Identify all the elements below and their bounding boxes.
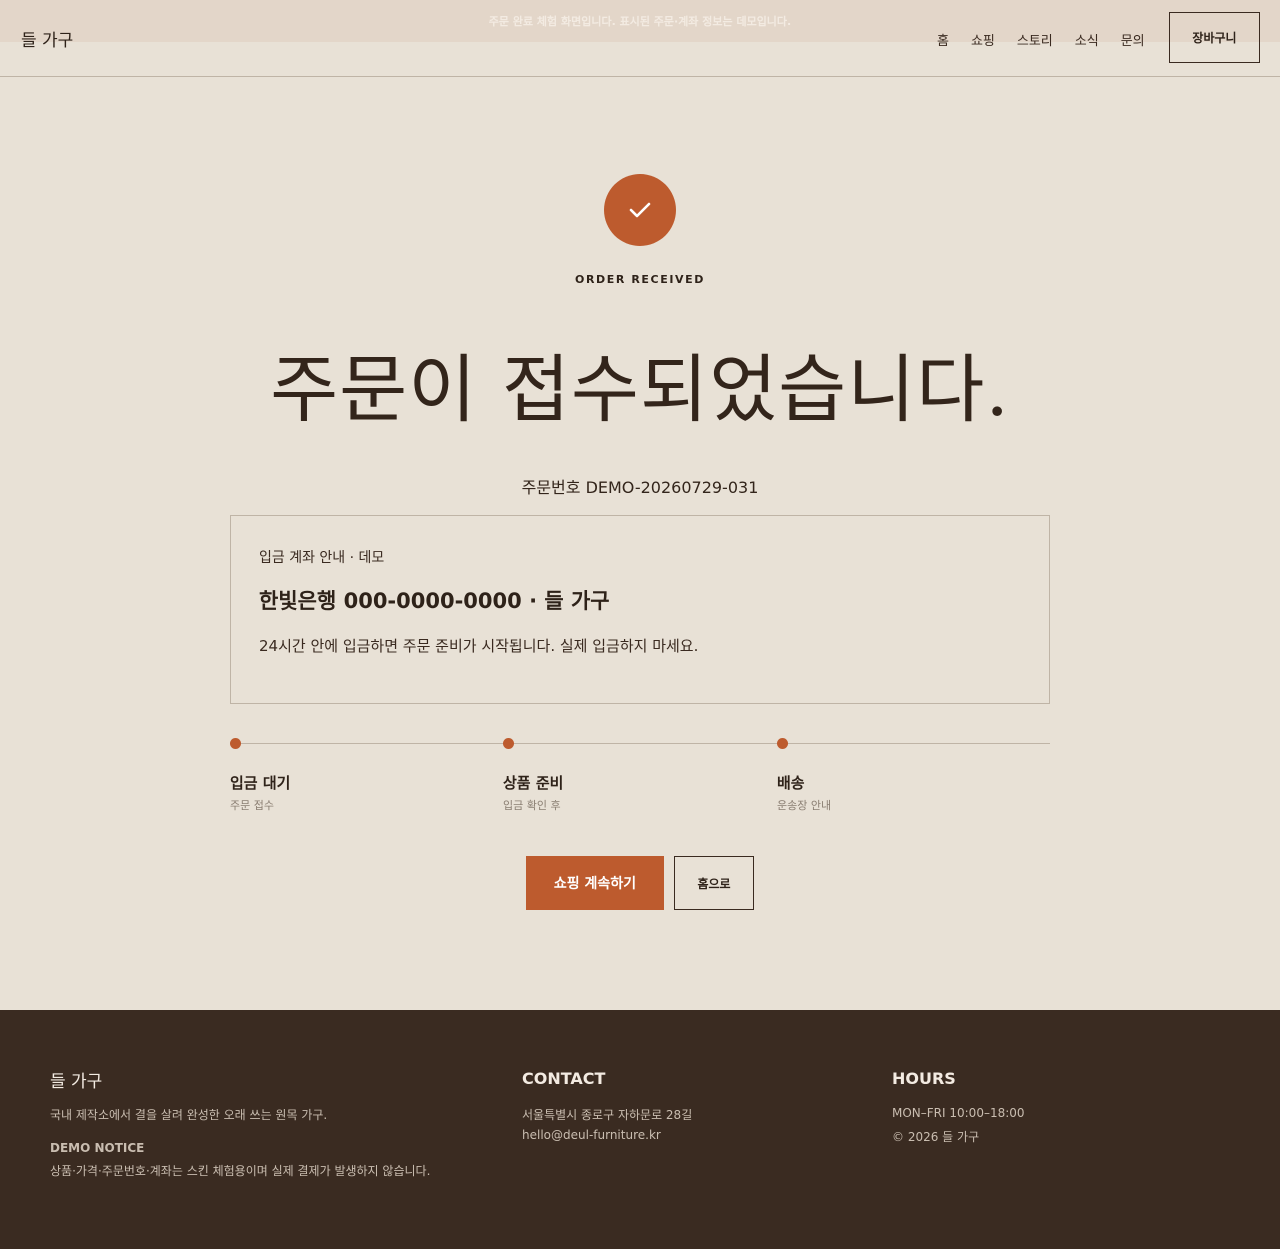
success-badge bbox=[604, 174, 676, 246]
site-footer: 들 가구 국내 제작소에서 결을 살려 완성한 오래 쓰는 원목 가구. DEM… bbox=[0, 1010, 1280, 1249]
step-subtitle-2: 입금 확인 후 bbox=[503, 799, 561, 812]
check-icon bbox=[629, 202, 651, 218]
site-logo[interactable]: 들 가구 bbox=[21, 26, 73, 51]
page-title: 주문이 접수되었습니다. bbox=[270, 347, 1010, 433]
step-dot-3 bbox=[777, 738, 788, 749]
hours-heading: HOURS bbox=[892, 1069, 956, 1088]
order-received-label: ORDER RECEIVED bbox=[575, 273, 705, 286]
nav-item-story[interactable]: 스토리 bbox=[1017, 30, 1053, 49]
site-header: 들 가구 홈 쇼핑 스토리 소식 문의 장바구니 bbox=[0, 0, 1280, 77]
nav-item-home[interactable]: 홈 bbox=[937, 30, 949, 49]
footer-copyright: © 2026 들 가구 bbox=[892, 1130, 980, 1144]
demo-notice-title: DEMO NOTICE bbox=[50, 1141, 145, 1155]
step-subtitle-1: 주문 접수 bbox=[230, 799, 274, 812]
step-subtitle-3: 운송장 안내 bbox=[777, 799, 832, 812]
demo-notice-text: 상품·가격·주문번호·계좌는 스킨 체험용이며 실제 결제가 발생하지 않습니다… bbox=[50, 1164, 431, 1178]
order-number: 주문번호 DEMO-20260729-031 bbox=[521, 478, 759, 497]
cart-button[interactable]: 장바구니 bbox=[1169, 12, 1260, 63]
footer-logo: 들 가구 bbox=[50, 1072, 103, 1092]
step-title-3: 배송 bbox=[777, 774, 805, 792]
nav-item-contact[interactable]: 문의 bbox=[1121, 30, 1145, 49]
main-nav: 홈 쇼핑 스토리 소식 문의 bbox=[937, 30, 1145, 49]
footer-tagline: 국내 제작소에서 결을 살려 완성한 오래 쓰는 원목 가구. bbox=[50, 1108, 328, 1122]
contact-heading: CONTACT bbox=[522, 1069, 606, 1088]
footer-address: 서울특별시 종로구 자하문로 28길 bbox=[522, 1108, 693, 1122]
account-description: 24시간 안에 입금하면 주문 준비가 시작됩니다. 실제 입금하지 마세요. bbox=[259, 637, 699, 655]
continue-shopping-button[interactable]: 쇼핑 계속하기 bbox=[526, 856, 664, 910]
step-title-1: 입금 대기 bbox=[230, 774, 291, 792]
nav-item-shop[interactable]: 쇼핑 bbox=[971, 30, 995, 49]
step-title-2: 상품 준비 bbox=[503, 774, 564, 792]
progress-line bbox=[230, 743, 1050, 744]
footer-email[interactable]: hello@deul-furniture.kr bbox=[522, 1128, 661, 1142]
deposit-account-card: 입금 계좌 안내 · 데모 한빛은행 000-0000-0000 · 들 가구 … bbox=[230, 515, 1050, 704]
account-label: 입금 계좌 안내 · 데모 bbox=[259, 550, 385, 566]
step-dot-1 bbox=[230, 738, 241, 749]
nav-item-news[interactable]: 소식 bbox=[1075, 30, 1099, 49]
account-details: 한빛은행 000-0000-0000 · 들 가구 bbox=[259, 589, 610, 613]
step-dot-2 bbox=[503, 738, 514, 749]
home-button[interactable]: 홈으로 bbox=[674, 856, 754, 910]
footer-hours: MON–FRI 10:00–18:00 bbox=[892, 1106, 1025, 1120]
